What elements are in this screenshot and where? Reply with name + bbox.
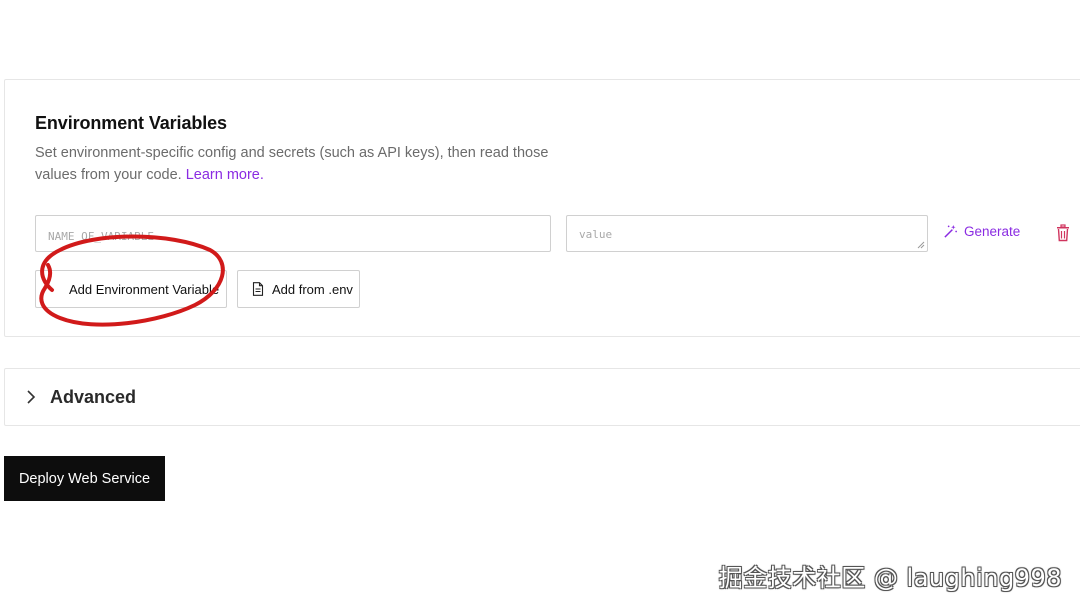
section-description: Set environment-specific config and secr… (35, 142, 575, 186)
resize-grip-icon[interactable] (917, 241, 925, 249)
advanced-label: Advanced (50, 387, 137, 407)
variable-name-placeholder: NAME_OF_VARIABLE (48, 230, 154, 243)
magic-wand-icon (944, 224, 957, 238)
file-icon (252, 282, 264, 296)
generate-button[interactable]: Generate (943, 224, 1020, 239)
add-from-env-button[interactable]: Add from .env (237, 270, 360, 308)
deploy-label: Deploy Web Service (18, 470, 151, 487)
add-environment-variable-button[interactable]: Add Environment Variable (35, 270, 227, 308)
advanced-section-toggle[interactable]: Advanced (4, 368, 1080, 426)
add-environment-variable-label: Add Environment Variable (69, 281, 220, 297)
learn-more-link[interactable]: Learn more. (186, 167, 264, 183)
add-from-env-label: Add from .env (272, 281, 353, 297)
watermark: 掘金技术社区 @ laughing998 (718, 564, 1062, 592)
variable-value-placeholder: value (579, 228, 613, 241)
section-title: Environment Variables (35, 113, 227, 133)
variable-value-input[interactable]: value (566, 215, 928, 252)
generate-label: Generate (964, 224, 1021, 239)
variable-name-input[interactable]: NAME_OF_VARIABLE (35, 215, 551, 252)
deploy-web-service-button[interactable]: Deploy Web Service (4, 456, 165, 501)
description-text: Set environment-specific config and secr… (35, 145, 549, 183)
trash-icon[interactable] (1055, 224, 1071, 242)
environment-variables-card: Environment Variables Set environment-sp… (4, 79, 1080, 337)
chevron-right-icon (27, 390, 36, 404)
